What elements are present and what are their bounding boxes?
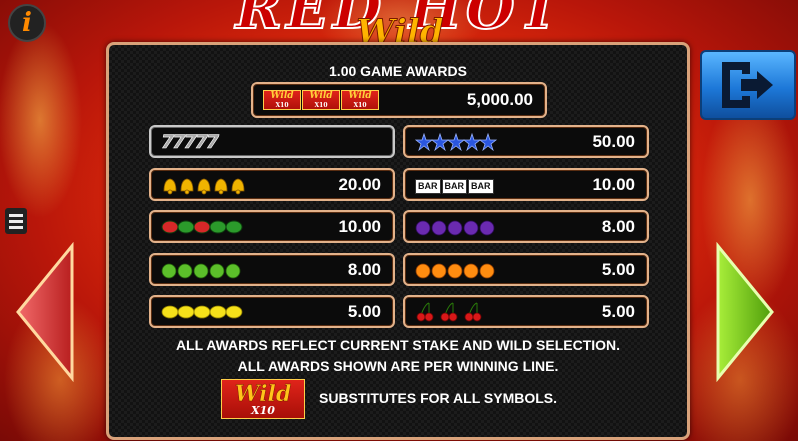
wild-symbol-group: Wild X10 Wild X10 Wild X10 xyxy=(263,90,379,110)
paytable-row-plum: 8.00 xyxy=(403,210,649,243)
seven-symbol-group: 77777 xyxy=(161,131,220,153)
lime-icon xyxy=(161,263,241,279)
per-line-note: ALL AWARDS SHOWN ARE PER WINNING LINE. xyxy=(237,358,559,374)
paytable-row-bar: BAR BAR BAR 10.00 xyxy=(403,168,649,201)
paytable-row-watermelon: 10.00 xyxy=(149,210,395,243)
plum-icon xyxy=(415,220,495,236)
orange-icon xyxy=(415,263,495,279)
bar-icon: BAR xyxy=(415,178,441,194)
star-icon xyxy=(415,132,498,152)
award-value: 10.00 xyxy=(592,175,635,194)
paytable-row-wild: Wild X10 Wild X10 Wild X10 5,000.00 xyxy=(251,82,547,118)
paytable-row-star: 50.00 xyxy=(403,125,649,158)
paytable-row-bell: 20.00 xyxy=(149,168,395,201)
award-value: 50.00 xyxy=(592,132,635,151)
info-button[interactable]: i xyxy=(8,4,46,42)
previous-page-arrow-icon[interactable] xyxy=(14,242,76,382)
lemon-symbol-group xyxy=(161,302,251,322)
exit-button[interactable] xyxy=(700,50,796,120)
award-value: 10.00 xyxy=(338,217,381,236)
paytable-panel: 1.00 GAME AWARDS Wild X10 Wild X10 Wild X10… xyxy=(106,42,690,440)
star-symbol-group xyxy=(415,132,505,152)
bar-icon: BAR xyxy=(468,178,494,194)
menu-icon-bar xyxy=(9,219,23,223)
award-value: 5.00 xyxy=(347,302,381,321)
paytable-row-seven: 77777 xyxy=(149,125,395,158)
award-value: 5.00 xyxy=(601,260,635,279)
wild-x10-icon: Wild X10 xyxy=(341,90,379,110)
watermelon-symbol-group xyxy=(161,217,251,237)
bar-icon: BAR xyxy=(441,178,467,194)
exit-icon xyxy=(722,62,773,108)
menu-icon-bar xyxy=(9,225,23,229)
bell-icon xyxy=(163,178,245,195)
award-value: 8.00 xyxy=(347,260,381,279)
orange-symbol-group xyxy=(415,260,505,280)
lime-symbol-group xyxy=(161,260,251,280)
awards-note: ALL AWARDS REFLECT CURRENT STAKE AND WIL… xyxy=(175,337,621,353)
cherry-icon xyxy=(416,302,482,322)
paytable-row-lime: 8.00 xyxy=(149,253,395,286)
cherry-symbol-group xyxy=(415,302,505,322)
menu-icon-bar xyxy=(9,213,23,217)
wild-substitute-note: SUBSTITUTES FOR ALL SYMBOLS. xyxy=(319,390,558,406)
seven-icon: 77777 xyxy=(161,131,220,153)
bar-symbol-group: BAR BAR BAR xyxy=(415,176,494,196)
bell-symbol-group xyxy=(161,175,251,195)
menu-button[interactable] xyxy=(5,208,27,234)
paytable-row-cherry: 5.00 xyxy=(403,295,649,328)
paytable-row-orange: 5.00 xyxy=(403,253,649,286)
award-value: 5,000.00 xyxy=(466,90,533,109)
award-value: 5.00 xyxy=(601,302,635,321)
watermelon-icon xyxy=(161,220,243,234)
plum-symbol-group xyxy=(415,217,505,237)
award-value: 8.00 xyxy=(601,217,635,236)
next-page-arrow-icon[interactable] xyxy=(714,242,776,382)
paytable-row-lemon: 5.00 xyxy=(149,295,395,328)
wild-x10-icon: Wild X10 xyxy=(263,90,301,110)
lemon-icon xyxy=(161,305,243,319)
award-value: 20.00 xyxy=(338,175,381,194)
wild-x10-icon: Wild X10 xyxy=(302,90,340,110)
wild-x10-icon: Wild X10 xyxy=(221,379,305,419)
paytable-heading: 1.00 GAME AWARDS xyxy=(329,63,467,79)
